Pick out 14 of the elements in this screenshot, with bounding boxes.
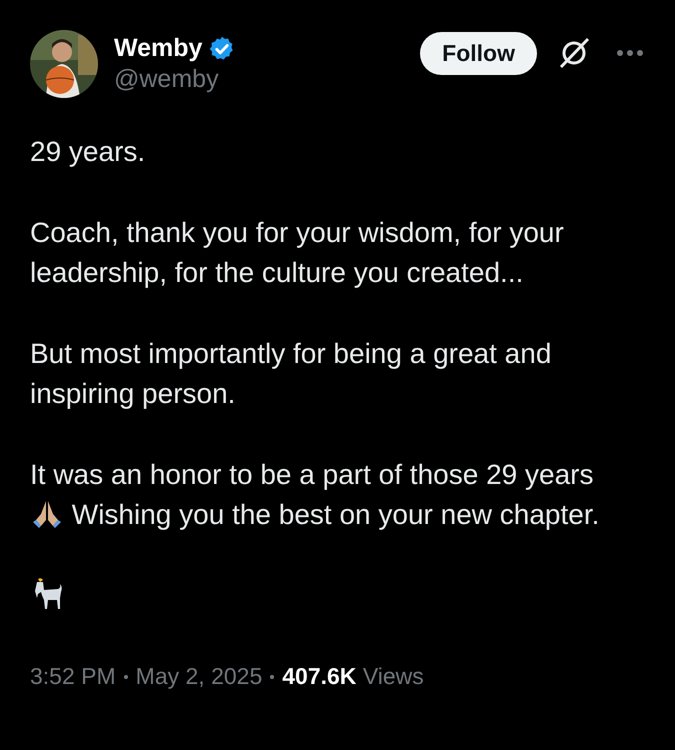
views-stat: 407.6K Views [282,663,424,690]
tweet-time[interactable]: 3:52 PM [30,663,116,690]
separator-dot-icon [124,674,128,678]
tweet-date[interactable]: May 2, 2025 [136,663,262,690]
author-name[interactable]: Wemby [114,34,202,63]
tweet-text: Coach, thank you for your wisdom, for your leadership, for the culture you created... [30,217,564,288]
separator-dot-icon [270,674,274,678]
tweet-text: It was an honor to be a part of those 29 years [30,459,594,490]
follow-button[interactable]: Follow [420,32,537,74]
more-icon[interactable] [615,48,645,58]
tweet-text: Wishing you the best on your new chapter. [70,499,600,530]
tweet-text: But most importantly for being a great and inspiring person. [30,338,552,409]
tweet-text: 29 years. [30,136,146,167]
author-handle[interactable]: @wemby [114,65,404,94]
